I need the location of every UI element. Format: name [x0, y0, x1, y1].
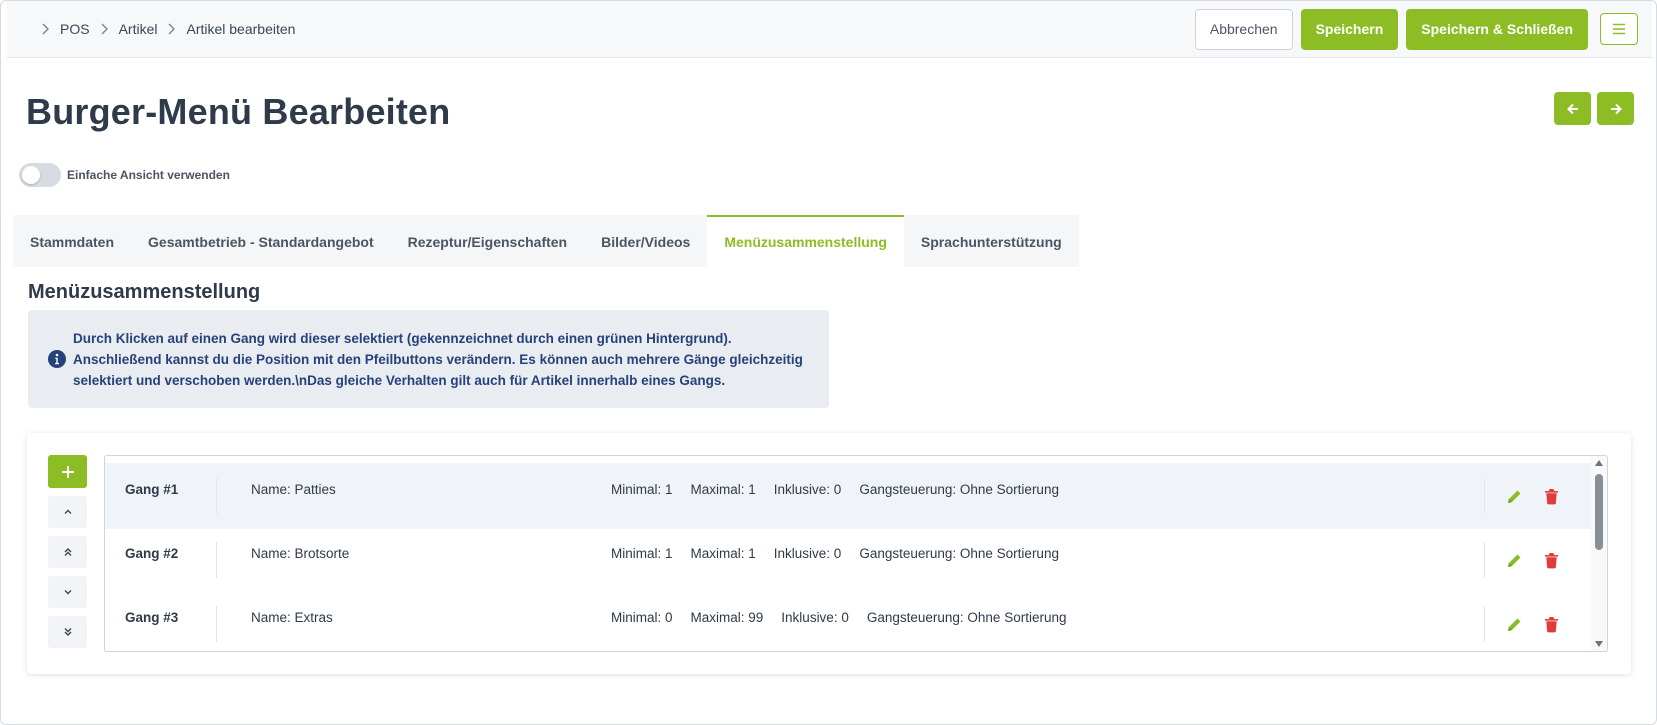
course-steuerung: Gangsteuerung: Ohne Sortierung	[859, 482, 1059, 497]
double-chevron-down-icon	[64, 628, 71, 636]
previous-record-button[interactable]	[1554, 92, 1591, 125]
tab-stammdaten[interactable]: Stammdaten	[13, 215, 131, 267]
course-meta: Minimal: 1 Maximal: 1 Inklusive: 0 Gangsteu…	[611, 546, 1077, 561]
toolbar: Abbrechen Speichern Speichern & Schließe…	[1194, 8, 1638, 50]
course-row[interactable]: Gang #3 Name: Extras Minimal: 0 Maximal: …	[105, 591, 1592, 651]
section-title: Menüzusammenstellung	[28, 281, 261, 303]
course-row[interactable]: Gang #1 Name: Patties Minimal: 1 Maximal:…	[105, 463, 1592, 529]
move-to-top-button[interactable]	[48, 536, 87, 568]
delete-trash-icon[interactable]	[1544, 488, 1559, 505]
scroll-down-arrow-icon[interactable]	[1595, 641, 1603, 647]
divider	[216, 478, 217, 514]
toggle-knob	[22, 166, 40, 184]
info-alert: Durch Klicken auf einen Gang wird dieser…	[28, 310, 829, 408]
chevron-right-icon	[100, 23, 109, 35]
scroll-up-arrow-icon[interactable]	[1595, 460, 1603, 466]
add-course-button[interactable]	[48, 455, 87, 488]
course-meta: Minimal: 0 Maximal: 99 Inklusive: 0 Gangste…	[611, 610, 1084, 625]
hamburger-icon	[1613, 23, 1625, 35]
course-maximal: Maximal: 1	[690, 482, 756, 497]
course-inklusive: Inklusive: 0	[773, 546, 842, 561]
course-steuerung: Gangsteuerung: Ohne Sortierung	[866, 610, 1067, 625]
delete-trash-icon[interactable]	[1544, 552, 1559, 569]
tab-bar: Stammdaten Gesamtbetrieb - Standardangeb…	[13, 215, 1079, 267]
course-label: Gang #1	[125, 482, 179, 497]
course-meta: Minimal: 1 Maximal: 1 Inklusive: 0 Gangsteu…	[611, 482, 1077, 497]
divider	[216, 606, 217, 642]
move-to-bottom-button[interactable]	[48, 616, 87, 648]
scroll-thumb[interactable]	[1595, 474, 1603, 550]
arrow-left-icon	[1566, 103, 1578, 114]
course-name: Name: Patties	[251, 482, 336, 497]
course-maximal: Maximal: 1	[690, 546, 756, 561]
course-inklusive: Inklusive: 0	[773, 482, 842, 497]
record-navigation	[1554, 92, 1634, 125]
edit-pencil-icon[interactable]	[1506, 488, 1523, 505]
chevron-up-icon	[64, 509, 71, 514]
cancel-button[interactable]: Abbrechen	[1194, 8, 1293, 50]
divider	[216, 542, 217, 578]
course-row[interactable]: Gang #2 Name: Brotsorte Minimal: 1 Maxima…	[105, 527, 1592, 593]
course-steuerung: Gangsteuerung: Ohne Sortierung	[859, 546, 1059, 561]
chevron-right-icon	[41, 23, 50, 35]
course-card: Gang #1 Name: Patties Minimal: 1 Maximal:…	[27, 433, 1631, 674]
chevron-down-icon	[64, 590, 71, 595]
save-and-close-button[interactable]: Speichern & Schließen	[1406, 8, 1588, 50]
edit-pencil-icon[interactable]	[1506, 552, 1523, 569]
double-chevron-up-icon	[64, 548, 71, 556]
delete-trash-icon[interactable]	[1544, 616, 1559, 633]
simple-view-toggle[interactable]	[19, 163, 61, 187]
simple-view-setting: Einfache Ansicht verwenden	[19, 163, 230, 187]
divider	[1484, 542, 1485, 578]
divider	[1484, 478, 1485, 514]
tab-rezeptur[interactable]: Rezeptur/Eigenschaften	[391, 215, 584, 267]
course-label: Gang #2	[125, 546, 179, 561]
simple-view-label: Einfache Ansicht verwenden	[67, 168, 230, 182]
tab-bilder-videos[interactable]: Bilder/Videos	[584, 215, 707, 267]
course-name: Name: Extras	[251, 610, 333, 625]
next-record-button[interactable]	[1597, 92, 1634, 125]
menu-button[interactable]	[1600, 13, 1638, 45]
breadcrumb-item-artikel[interactable]: Artikel	[119, 21, 158, 37]
tab-gesamtbetrieb[interactable]: Gesamtbetrieb - Standardangebot	[131, 215, 391, 267]
plus-icon	[61, 465, 74, 478]
course-minimal: Minimal: 1	[611, 546, 673, 561]
edit-pencil-icon[interactable]	[1506, 616, 1523, 633]
course-order-controls	[48, 455, 87, 648]
top-bar: POS Artikel Artikel bearbeiten Abbrechen…	[7, 1, 1652, 58]
tab-sprachunterstuetzung[interactable]: Sprachunterstützung	[904, 215, 1079, 267]
course-minimal: Minimal: 0	[611, 610, 673, 625]
breadcrumb-item-pos[interactable]: POS	[60, 21, 90, 37]
breadcrumb: POS Artikel Artikel bearbeiten	[31, 21, 295, 37]
page-title: Burger-Menü Bearbeiten	[26, 91, 451, 132]
course-name: Name: Brotsorte	[251, 546, 350, 561]
course-maximal: Maximal: 99	[690, 610, 764, 625]
course-inklusive: Inklusive: 0	[781, 610, 849, 625]
save-button[interactable]: Speichern	[1300, 8, 1399, 50]
list-scrollbar[interactable]	[1591, 456, 1607, 651]
breadcrumb-item-current: Artikel bearbeiten	[186, 21, 296, 37]
info-icon	[48, 350, 66, 368]
course-minimal: Minimal: 1	[611, 482, 673, 497]
tab-menuezusammenstellung[interactable]: Menüzusammenstellung	[707, 215, 904, 267]
info-text: Durch Klicken auf einen Gang wird dieser…	[73, 330, 803, 388]
chevron-right-icon	[167, 23, 176, 35]
course-label: Gang #3	[125, 610, 179, 625]
divider	[1484, 606, 1485, 642]
move-down-button[interactable]	[48, 576, 87, 608]
move-up-button[interactable]	[48, 496, 87, 528]
app-window: POS Artikel Artikel bearbeiten Abbrechen…	[0, 0, 1657, 725]
arrow-right-icon	[1610, 103, 1622, 114]
course-list[interactable]: Gang #1 Name: Patties Minimal: 1 Maximal:…	[104, 455, 1608, 652]
